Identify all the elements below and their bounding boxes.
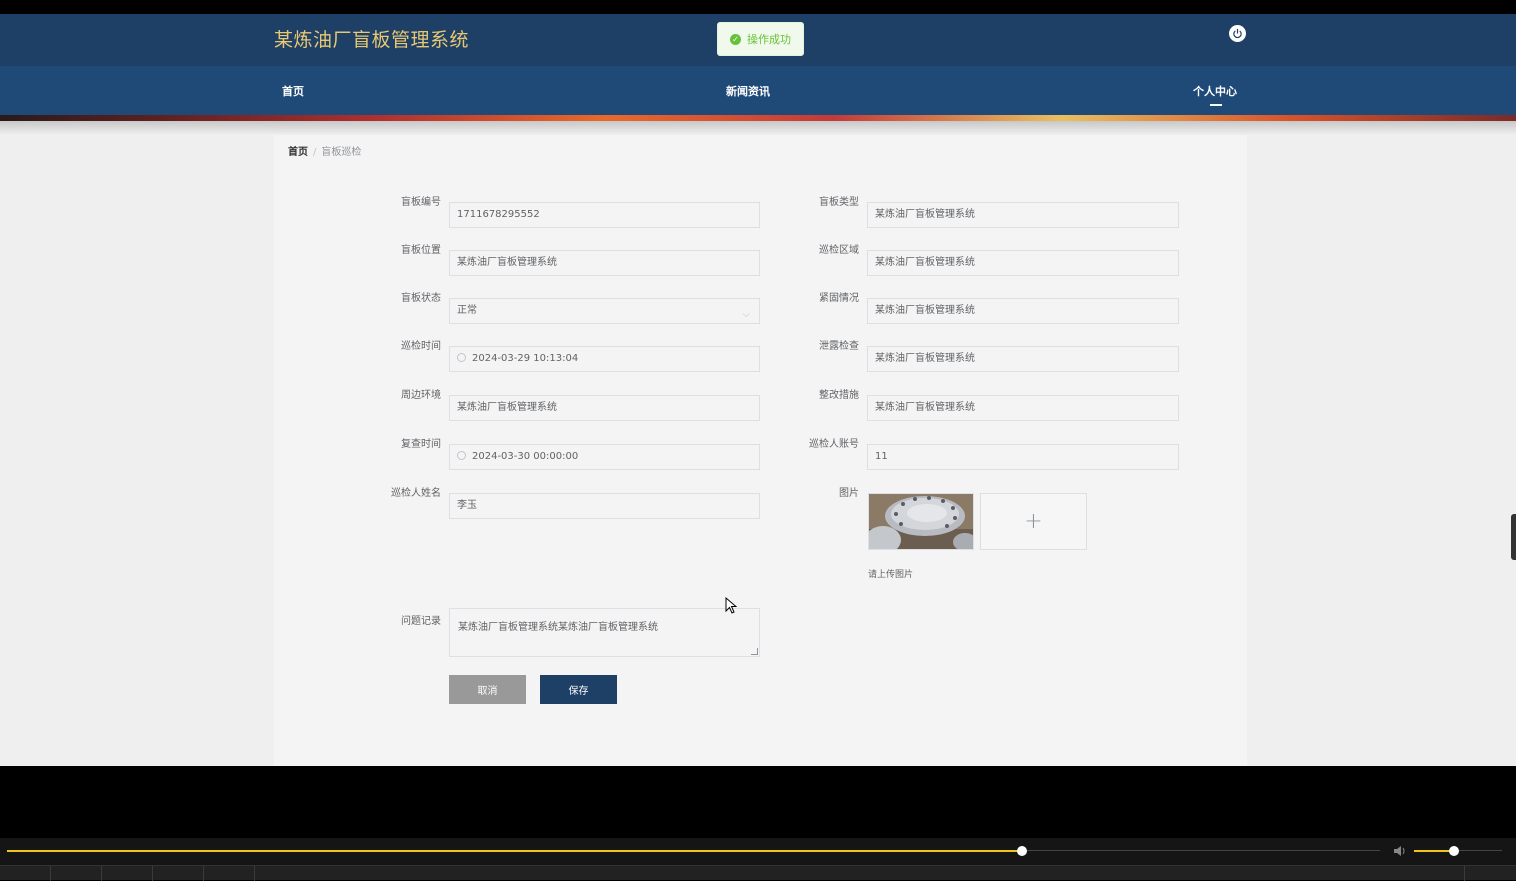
surroundings-input[interactable]: 某炼油厂盲板管理系统 [449,395,760,421]
image-label: 图片 [839,488,859,499]
inspector-name-label: 巡检人姓名 [391,488,441,499]
taskbar-divider [101,866,102,881]
nav-item-news[interactable]: 新闻资讯 [726,83,770,99]
inspector-account-input[interactable]: 11 [867,444,1179,470]
inspection-area-label: 巡检区域 [819,245,859,256]
side-panel-handle[interactable] [1511,514,1516,560]
blind-location-label: 盲板位置 [401,245,441,256]
blind-location-input[interactable]: 某炼油厂盲板管理系统 [449,250,760,276]
logout-power-button[interactable] [1229,25,1246,42]
inspection-time-label: 巡检时间 [401,341,441,352]
blind-status-label: 盲板状态 [401,293,441,304]
nav-item-home[interactable]: 首页 [282,83,304,99]
inspector-name-input[interactable]: 李玉 [449,493,760,519]
nav-item-personal-center[interactable]: 个人中心 [1193,83,1237,99]
breadcrumb-current: 盲板巡检 [321,147,362,158]
upload-tip: 请上传图片 [868,570,914,580]
recheck-time-picker[interactable]: 2024-03-30 00:00:00 [449,444,760,470]
taskbar-divider [1464,866,1465,881]
nav-active-indicator [1210,104,1222,106]
cancel-button[interactable]: 取消 [449,675,526,704]
main-nav: 首页 新闻资讯 个人中心 [0,66,1516,115]
inspection-form-card: 首页 / 盲板巡检 盲板编号 1711678295552 盲板类型 某炼油厂盲板管理… [274,135,1247,766]
seek-progress [7,850,1022,852]
rectification-input[interactable]: 某炼油厂盲板管理系统 [867,395,1179,421]
success-toast: ✓ 操作成功 [717,22,804,56]
site-title: 某炼油厂盲板管理系统 [274,29,470,51]
taskbar [0,865,1516,881]
blind-type-input[interactable]: 某炼油厂盲板管理系统 [867,202,1179,228]
mouse-pointer-icon [725,597,737,614]
plus-icon: + [1024,509,1043,534]
check-circle-icon: ✓ [730,33,741,45]
inspection-area-input[interactable]: 某炼油厂盲板管理系统 [867,250,1179,276]
fastening-label: 紧固情况 [819,293,859,304]
seek-handle[interactable] [1016,846,1027,856]
inspector-account-label: 巡检人账号 [809,439,859,450]
taskbar-divider [203,866,204,881]
blind-no-label: 盲板编号 [401,197,441,208]
leak-check-input[interactable]: 某炼油厂盲板管理系统 [867,346,1179,372]
rectification-label: 整改措施 [819,390,859,401]
clock-icon [457,353,466,362]
image-upload-button[interactable]: + [980,493,1087,550]
save-button[interactable]: 保存 [540,675,617,704]
taskbar-divider [254,866,255,881]
fastening-input[interactable]: 某炼油厂盲板管理系统 [867,298,1179,324]
recheck-time-label: 复查时间 [401,439,441,450]
resize-handle-icon[interactable] [751,648,758,655]
inspection-time-picker[interactable]: 2024-03-29 10:13:04 [449,346,760,372]
inspection-time-value: 2024-03-29 10:13:04 [472,353,579,364]
problem-record-value: 某炼油厂盲板管理系统某炼油厂盲板管理系统 [458,622,658,633]
blind-status-value: 正常 [457,305,477,316]
breadcrumb: 首页 / 盲板巡检 [288,143,361,158]
toast-message: 操作成功 [747,33,791,46]
breadcrumb-home[interactable]: 首页 [288,147,308,158]
blind-type-label: 盲板类型 [819,197,859,208]
surroundings-label: 周边环境 [401,390,441,401]
taskbar-divider [152,866,153,881]
site-header: 某炼油厂盲板管理系统 ✓ 操作成功 [0,14,1516,66]
banner-shadow [0,121,1516,135]
blind-no-input[interactable]: 1711678295552 [449,202,760,228]
power-icon [1233,28,1242,39]
clock-icon [457,451,466,460]
uploaded-photo-thumbnail[interactable] [868,493,974,550]
problem-record-textarea[interactable]: 某炼油厂盲板管理系统某炼油厂盲板管理系统 [449,608,760,657]
blind-flange-photo [869,494,973,549]
volume-level [1414,850,1454,852]
problem-record-label: 问题记录 [401,616,441,627]
browser-viewport: 某炼油厂盲板管理系统 ✓ 操作成功 首页 新闻资讯 个人中心 首页 / 盲板巡检 盲… [0,14,1516,766]
volume-handle[interactable] [1448,846,1459,856]
chevron-down-icon: ⌵ [742,309,750,320]
leak-check-label: 泄露检查 [819,341,859,352]
blind-status-select[interactable]: 正常 ⌵ [449,298,760,324]
taskbar-divider [50,866,51,881]
recheck-time-value: 2024-03-30 00:00:00 [472,451,579,462]
volume-icon[interactable] [1393,845,1407,857]
breadcrumb-separator: / [313,147,317,158]
